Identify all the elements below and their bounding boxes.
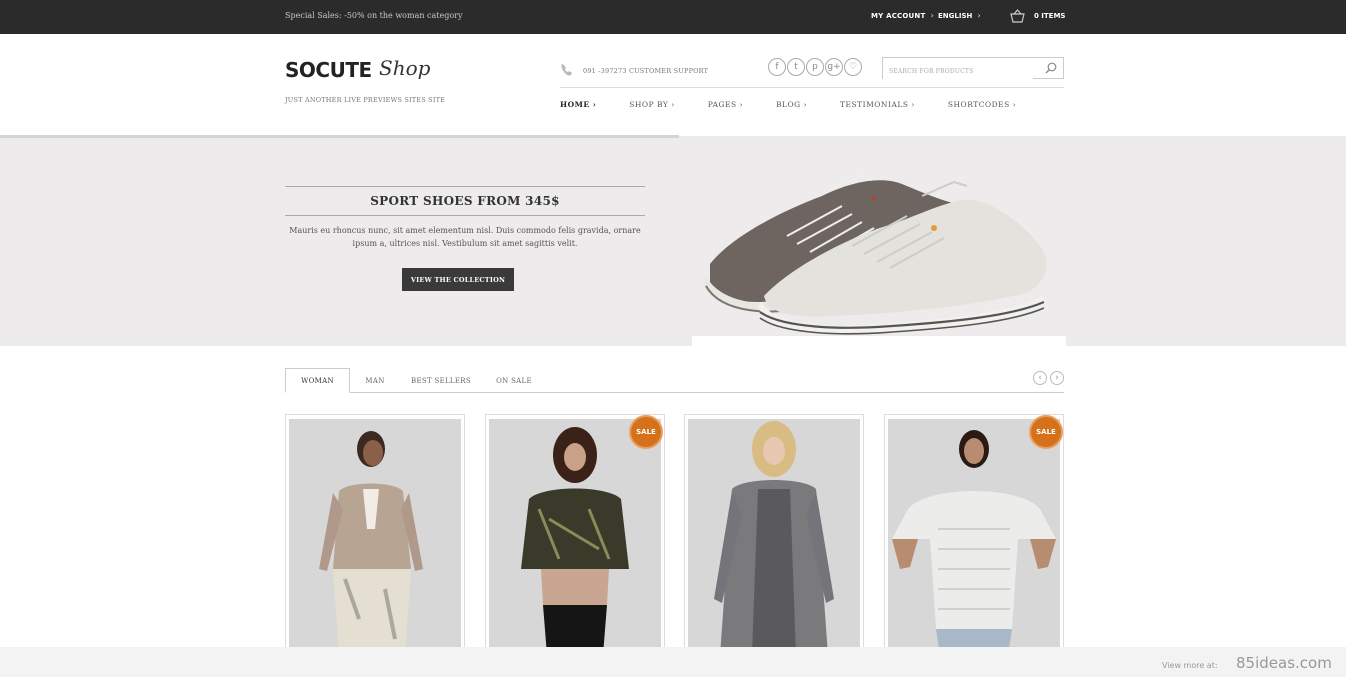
sale-badge: SALE (629, 415, 663, 449)
prev-arrow-icon[interactable]: ‹ (1033, 371, 1047, 385)
search-box (882, 57, 1064, 82)
product-card[interactable] (684, 414, 864, 655)
tab-on-sale[interactable]: ON SALE (488, 368, 540, 393)
cart-items-count[interactable]: 0 ITEMS (1034, 12, 1065, 20)
language-selector[interactable]: ENGLISH › (938, 11, 981, 20)
nav-item-home[interactable]: HOME › (560, 100, 596, 109)
logo[interactable]: SOCUTE (285, 58, 372, 82)
product-image[interactable] (688, 419, 860, 655)
sale-badge: SALE (1029, 415, 1063, 449)
view-collection-button[interactable]: VIEW THE COLLECTION (402, 268, 514, 291)
nav-item-blog[interactable]: BLOG › (776, 100, 807, 109)
twitter-icon[interactable]: t (787, 58, 805, 76)
nav-item-shortcodes[interactable]: SHORTCODES › (948, 100, 1016, 109)
product-card[interactable] (884, 414, 1064, 655)
logo-script[interactable]: Shop (379, 56, 430, 80)
customer-support: 091 -397273 CUSTOMER SUPPORT (583, 67, 709, 75)
hero-divider-bottom (285, 215, 645, 216)
product-card[interactable] (285, 414, 465, 655)
main-nav: HOME › SHOP BY › PAGES › BLOG › TESTIMON… (560, 100, 1049, 109)
view-more-label: View more at: (1162, 661, 1218, 670)
phone-icon (561, 64, 572, 76)
social-links: f t p g+ ♡ (768, 58, 862, 76)
pinterest-icon[interactable]: p (806, 58, 824, 76)
nav-item-pages[interactable]: PAGES › (708, 100, 743, 109)
hero-banner (0, 136, 1346, 346)
hero-divider-top (285, 186, 645, 187)
hero-title: SPORT SHOES FROM 345$ (370, 194, 560, 208)
product-image[interactable] (489, 419, 661, 655)
tabs-divider (285, 392, 1064, 393)
hero-progress-line (0, 135, 679, 138)
watermark-brand[interactable]: 85ideas.com (1236, 654, 1332, 672)
tab-man[interactable]: MAN (355, 368, 395, 393)
product-image[interactable] (888, 419, 1060, 655)
nav-item-shop-by[interactable]: SHOP BY › (629, 100, 674, 109)
site-tagline: JUST ANOTHER LIVE PREVIEWS SITES SITE (285, 96, 446, 104)
google-plus-icon[interactable]: g+ (825, 58, 843, 76)
nav-item-testimonials[interactable]: TESTIMONIALS › (840, 100, 915, 109)
chevron-right-icon: › (977, 11, 981, 20)
top-bar: Special Sales: -50% on the woman categor… (0, 0, 1346, 34)
hero-description: Mauris eu rhoncus nunc, sit amet element… (289, 226, 641, 248)
sneakers-image (692, 136, 1066, 336)
promo-text: Special Sales: -50% on the woman categor… (285, 11, 463, 20)
tab-woman[interactable]: WOMAN (285, 368, 350, 393)
bottom-strip (0, 647, 1346, 677)
next-arrow-icon[interactable]: › (1050, 371, 1064, 385)
header-divider (560, 87, 1064, 88)
my-account-link[interactable]: MY ACCOUNT › (871, 11, 934, 20)
heart-icon[interactable]: ♡ (844, 58, 862, 76)
product-image[interactable] (289, 419, 461, 655)
chevron-right-icon: › (930, 11, 934, 20)
tab-best-sellers[interactable]: BEST SELLERS (406, 368, 476, 393)
search-icon[interactable] (1045, 62, 1057, 74)
basket-icon[interactable] (1010, 9, 1025, 23)
product-card[interactable] (485, 414, 665, 655)
search-input[interactable] (883, 61, 1033, 82)
facebook-icon[interactable]: f (768, 58, 786, 76)
